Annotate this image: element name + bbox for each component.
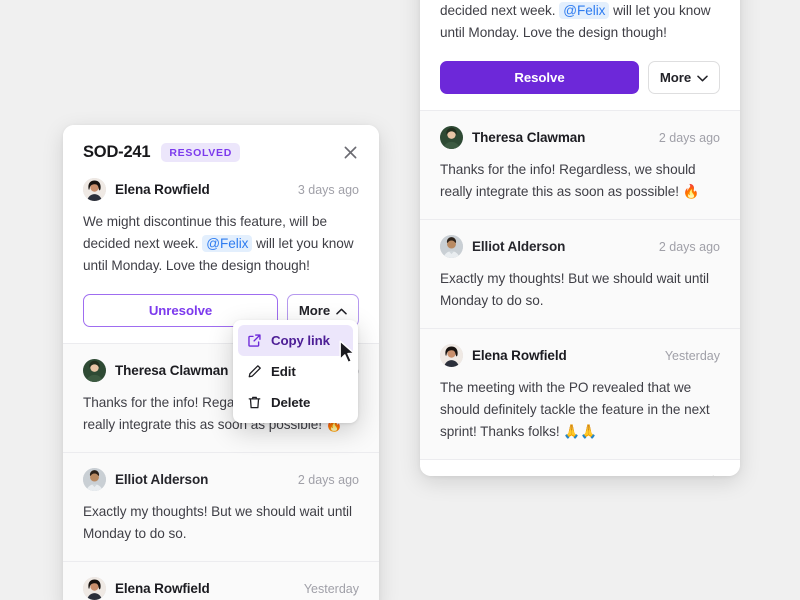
comment-item: Elliot Alderson 2 days ago Exactly my th… [420, 219, 740, 328]
avatar [83, 178, 106, 201]
status-badge: RESOLVED [161, 143, 240, 162]
avatar [440, 126, 463, 149]
menu-item-copy-link[interactable]: Copy link [238, 325, 353, 356]
comment-author: Elliot Alderson [472, 239, 566, 254]
resolve-button[interactable]: Resolve [440, 61, 639, 94]
chevron-up-icon [336, 303, 347, 318]
close-icon[interactable] [341, 143, 361, 163]
more-button-right[interactable]: More [648, 61, 720, 94]
reply-placeholder: Reply [440, 475, 475, 476]
comment-header: Elena Rowfield Yesterday [440, 344, 720, 367]
comment-text: Exactly my thoughts! But we should wait … [440, 271, 710, 308]
pencil-icon [247, 364, 262, 379]
root-comment-text: We might discontinue this feature, will … [83, 211, 359, 277]
comment-item: Theresa Clawman 2 days ago Thanks for th… [420, 111, 740, 219]
trash-icon [247, 395, 262, 410]
comment-text: Exactly my thoughts! But we should wait … [83, 504, 353, 541]
right-root-comment: decided next week. @Felix will let you k… [420, 0, 740, 110]
comment-author: Elena Rowfield [115, 581, 210, 596]
mouse-cursor [339, 340, 356, 365]
page-title: SOD-241 [83, 143, 151, 161]
comment-author: Theresa Clawman [472, 130, 586, 145]
comment-text: The meeting with the PO revealed that we… [440, 380, 710, 439]
menu-item-copy-link-label: Copy link [271, 333, 330, 348]
more-button-left-label: More [298, 303, 331, 318]
mention-felix[interactable]: @Felix [202, 235, 253, 252]
more-dropdown-menu: Copy link Edit Delete [233, 320, 358, 423]
right-root-text-before: decided next week. [440, 3, 560, 18]
comment-author: Elliot Alderson [115, 472, 209, 487]
menu-item-delete[interactable]: Delete [238, 387, 353, 418]
comment-item: Elena Rowfield Yesterday The meeting wit… [420, 328, 740, 459]
avatar [83, 577, 106, 600]
comment-item: Elena Rowfield Yesterday The meeting wit… [63, 561, 379, 600]
menu-item-edit-label: Edit [271, 364, 296, 379]
mention-felix[interactable]: @Felix [559, 2, 610, 19]
root-comment-time: 3 days ago [297, 182, 359, 197]
menu-item-delete-label: Delete [271, 395, 311, 410]
comment-item: Elliot Alderson 2 days ago Exactly my th… [63, 452, 379, 561]
left-card-header: SOD-241 RESOLVED Elena Rowfield 3 days a… [63, 125, 379, 343]
reply-input-row[interactable]: Reply [420, 459, 740, 476]
comment-author: Theresa Clawman [115, 363, 229, 378]
title-row: SOD-241 RESOLVED [83, 143, 359, 162]
avatar [440, 344, 463, 367]
right-action-buttons: Resolve More [440, 61, 720, 94]
more-button-right-label: More [659, 70, 692, 85]
comment-time: 2 days ago [297, 472, 359, 487]
comment-text: Thanks for the info! Regardless, we shou… [440, 162, 700, 199]
thread-card-right: decided next week. @Felix will let you k… [420, 0, 740, 476]
comment-time: Yesterday [664, 348, 720, 363]
avatar [83, 468, 106, 491]
root-comment-author: Elena Rowfield [115, 182, 210, 197]
comment-header: Theresa Clawman 2 days ago [440, 126, 720, 149]
comment-time: 2 days ago [658, 239, 720, 254]
right-comment-list: Theresa Clawman 2 days ago Thanks for th… [420, 111, 740, 459]
root-comment-header: Elena Rowfield 3 days ago [83, 178, 359, 201]
comment-header: Elliot Alderson 2 days ago [83, 468, 359, 491]
comment-author: Elena Rowfield [472, 348, 567, 363]
paperclip-icon[interactable] [703, 474, 720, 476]
chevron-down-icon [697, 70, 708, 85]
unresolve-button-label: Unresolve [148, 303, 213, 318]
comment-header: Elliot Alderson 2 days ago [440, 235, 720, 258]
right-root-comment-text: decided next week. @Felix will let you k… [440, 0, 720, 44]
comment-time: 2 days ago [658, 130, 720, 145]
avatar [83, 359, 106, 382]
comment-header: Elena Rowfield Yesterday [83, 577, 359, 600]
avatar [440, 235, 463, 258]
external-link-icon [247, 333, 262, 348]
comment-time: Yesterday [303, 581, 359, 596]
menu-item-edit[interactable]: Edit [238, 356, 353, 387]
resolve-button-label: Resolve [514, 70, 565, 85]
